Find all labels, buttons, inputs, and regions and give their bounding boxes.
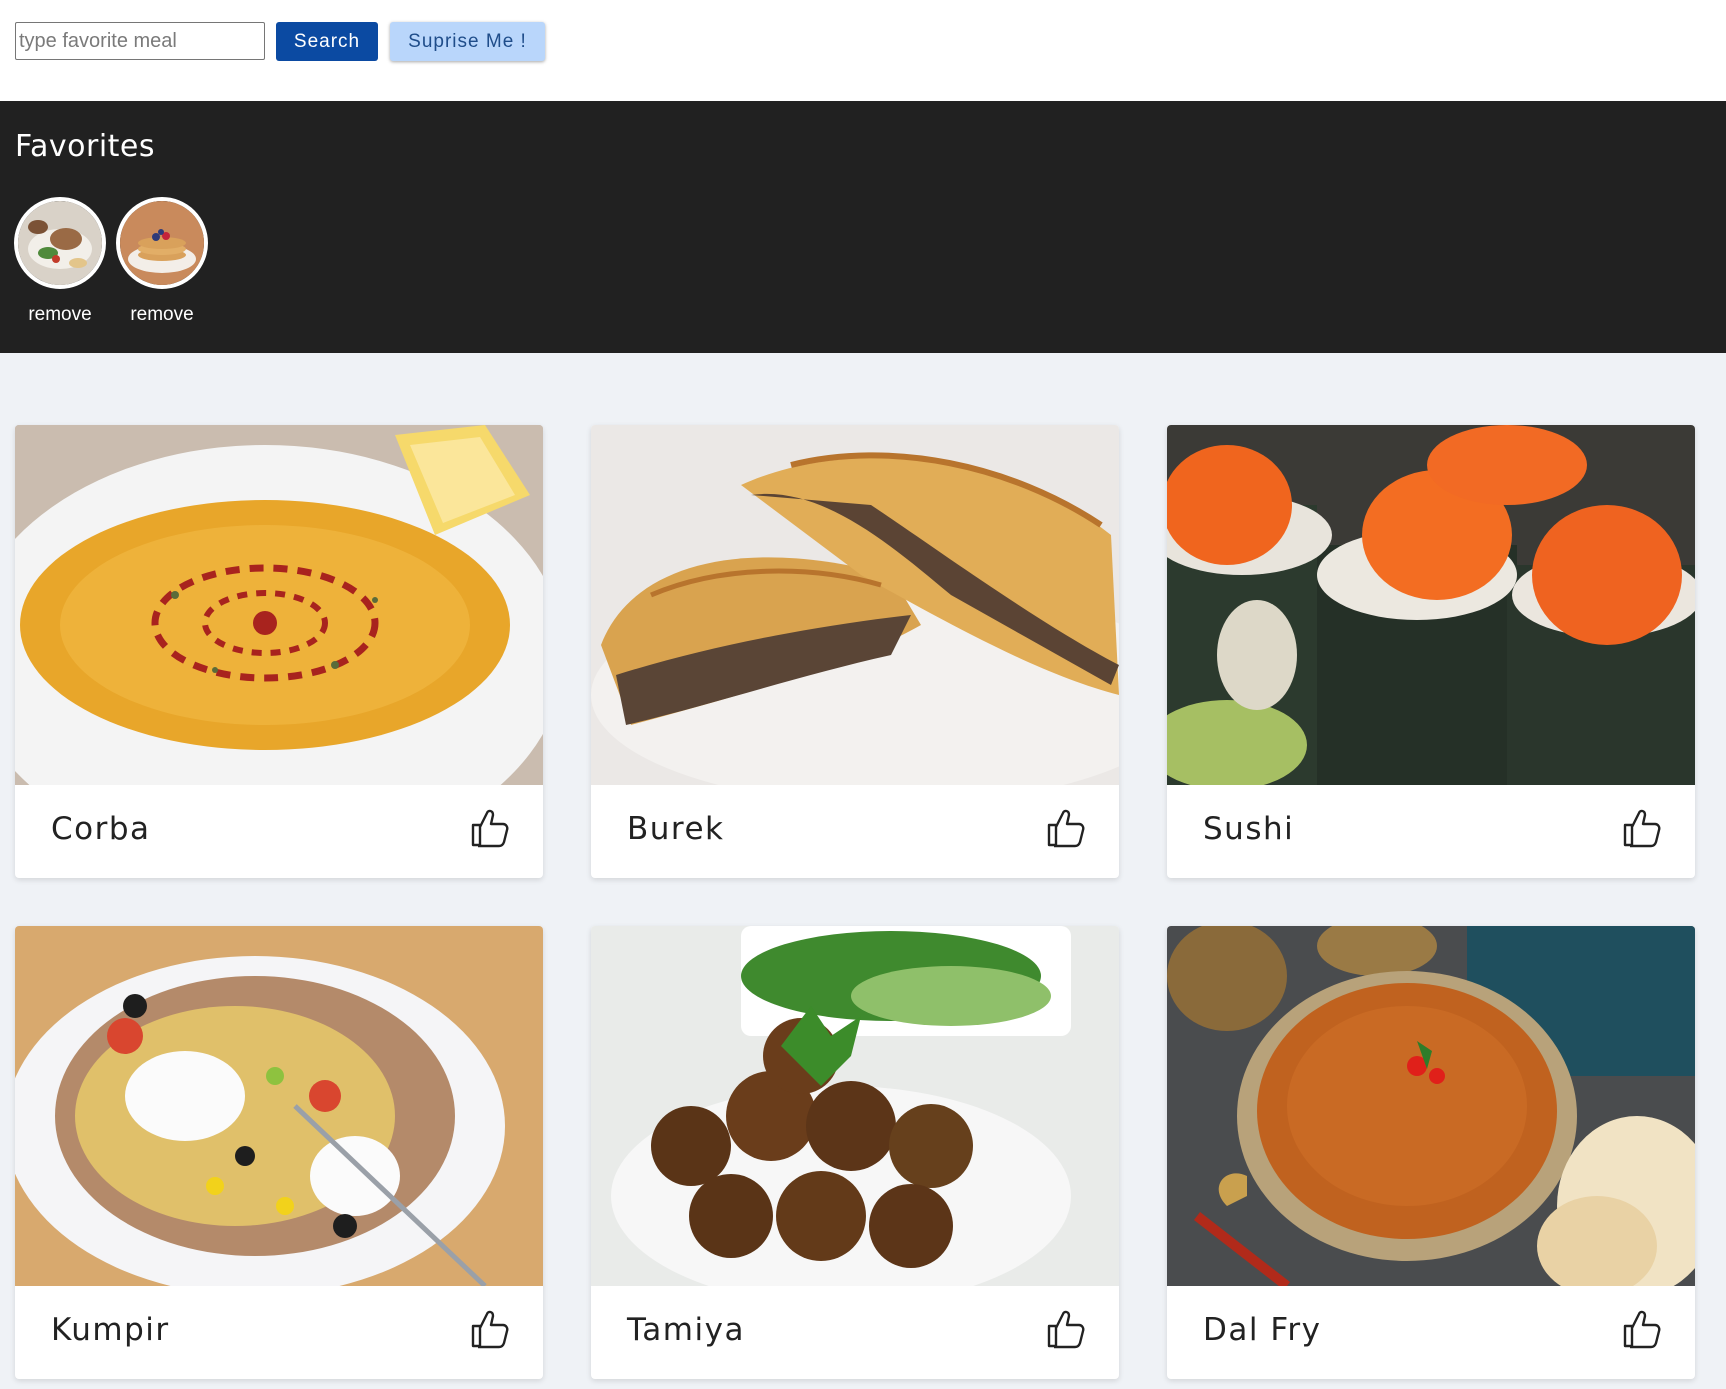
meal-photo <box>18 201 102 285</box>
meal-card: Kumpir <box>15 926 543 1379</box>
search-bar: Search Suprise Me ! <box>0 0 1726 101</box>
meal-card-footer: Burek <box>591 785 1119 878</box>
like-button[interactable] <box>1045 807 1085 849</box>
meal-card: Burek <box>591 425 1119 878</box>
meal-name: Dal Fry <box>1203 1312 1322 1348</box>
burek-photo[interactable] <box>591 425 1119 785</box>
thumbs-up-icon <box>471 809 509 848</box>
sushi-photo[interactable] <box>1167 425 1695 785</box>
favorite-avatar[interactable] <box>14 197 106 289</box>
kumpir-photo[interactable] <box>15 926 543 1286</box>
soup-photo[interactable] <box>15 425 543 785</box>
search-button[interactable]: Search <box>276 22 378 61</box>
meal-name: Burek <box>627 811 725 847</box>
meal-card-footer: Corba <box>15 785 543 878</box>
like-button[interactable] <box>469 807 509 849</box>
remove-favorite-button[interactable]: remove <box>14 303 106 327</box>
favorite-item: remove <box>116 197 208 327</box>
dal-photo[interactable] <box>1167 926 1695 1286</box>
meal-card: Sushi <box>1167 425 1695 878</box>
meal-name: Corba <box>51 811 151 847</box>
favorite-item: remove <box>14 197 106 327</box>
meal-card: Tamiya <box>591 926 1119 1379</box>
meal-card-footer: Dal Fry <box>1167 1286 1695 1379</box>
thumbs-up-icon <box>1623 1310 1661 1349</box>
falafel-photo[interactable] <box>591 926 1119 1286</box>
thumbs-up-icon <box>1623 809 1661 848</box>
meal-card: Corba <box>15 425 543 878</box>
search-input[interactable] <box>15 22 265 60</box>
meal-card-footer: Kumpir <box>15 1286 543 1379</box>
favorites-title: Favorites <box>15 129 156 164</box>
meal-name: Kumpir <box>51 1312 170 1348</box>
pancakes-photo <box>120 201 204 285</box>
remove-favorite-button[interactable]: remove <box>116 303 208 327</box>
meal-card-footer: Tamiya <box>591 1286 1119 1379</box>
favorite-avatar[interactable] <box>116 197 208 289</box>
thumbs-up-icon <box>471 1310 509 1349</box>
favorites-section: Favorites remove remove <box>0 101 1726 353</box>
meal-card-footer: Sushi <box>1167 785 1695 878</box>
like-button[interactable] <box>1621 807 1661 849</box>
thumbs-up-icon <box>1047 1310 1085 1349</box>
like-button[interactable] <box>469 1308 509 1350</box>
meal-card: Dal Fry <box>1167 926 1695 1379</box>
meal-name: Sushi <box>1203 811 1295 847</box>
meal-name: Tamiya <box>627 1312 745 1348</box>
surprise-me-button[interactable]: Suprise Me ! <box>390 22 545 61</box>
thumbs-up-icon <box>1047 809 1085 848</box>
like-button[interactable] <box>1045 1308 1085 1350</box>
like-button[interactable] <box>1621 1308 1661 1350</box>
